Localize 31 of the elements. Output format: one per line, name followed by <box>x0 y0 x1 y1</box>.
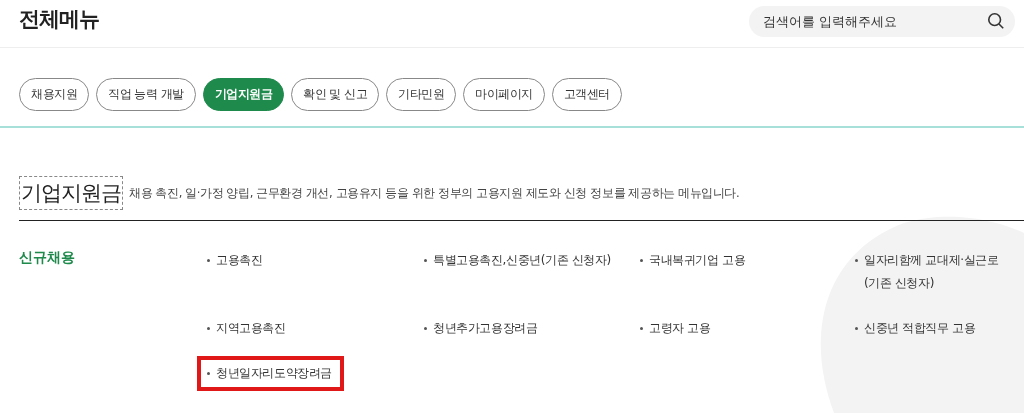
menu-link[interactable]: 지역고용촉진 <box>207 317 415 340</box>
menu-link[interactable]: 특별고용촉진,신중년(기존 신청자) <box>424 249 632 295</box>
menu-link[interactable]: 고용촉진 <box>207 249 415 295</box>
bullet-icon <box>207 259 210 262</box>
bullet-icon <box>207 372 210 375</box>
bullet-icon <box>424 259 427 262</box>
section-description: 채용 촉진, 일·가정 양립, 근무환경 개선, 고용유지 등을 위한 정부의 고용지원 제도와 신청 정보를 제공하는 메뉴입니다. <box>129 185 740 201</box>
page-title: 전체메뉴 <box>19 5 99 33</box>
search-field[interactable]: 검색어를 입력해주세요 <box>749 6 1015 37</box>
menu-tab[interactable]: 채용지원 <box>19 78 89 111</box>
menu-link[interactable]: 신중년 적합직무 고용 <box>855 317 1015 340</box>
menu-tab[interactable]: 직업 능력 개발 <box>96 78 196 111</box>
section-title: 기업지원금 <box>19 176 123 210</box>
bullet-icon <box>640 259 643 262</box>
menu-tab[interactable]: 마이페이지 <box>463 78 545 111</box>
menu-link[interactable]: 고령자 고용 <box>640 317 848 340</box>
bullet-icon <box>855 259 858 262</box>
menu-tab[interactable]: 확인 및 신고 <box>291 78 380 111</box>
bullet-icon <box>855 327 858 330</box>
menu-tab[interactable]: 기업지원금 <box>202 78 285 111</box>
menu-link[interactable]: 일자리함께 교대제·실근로(기존 신청자) <box>855 249 1015 295</box>
bullet-icon <box>640 327 643 330</box>
menu-link[interactable]: 국내복귀기업 고용 <box>640 249 848 295</box>
category-title: 신규채용 <box>19 249 76 267</box>
menu-link[interactable]: 청년일자리도약장려금 <box>201 360 340 387</box>
menu-link[interactable]: 청년추가고용장려금 <box>424 317 632 340</box>
bullet-icon <box>207 327 210 330</box>
menu-tab[interactable]: 기타민원 <box>386 78 457 111</box>
search-icon[interactable] <box>987 12 1005 30</box>
bullet-icon <box>424 327 427 330</box>
menu-tab[interactable]: 고객센터 <box>551 78 622 111</box>
